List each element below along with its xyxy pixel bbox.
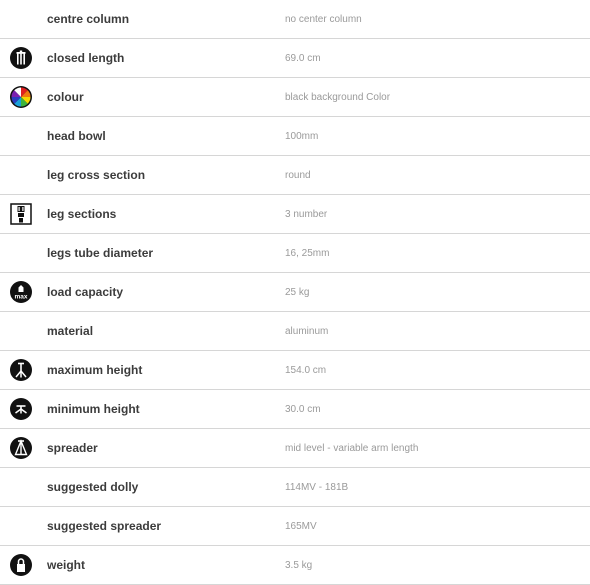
spec-value: 100mm [285,131,319,142]
spec-row-leg-cross-section: leg cross section round [0,156,590,195]
spec-value: 16, 25mm [285,248,330,259]
spec-row-weight: weight 3.5 kg [0,546,590,585]
spec-row-suggested-spreader: suggested spreader 165MV [0,507,590,546]
spec-label: material [47,324,94,338]
spec-label: spreader [47,441,98,455]
spec-row-minimum-height: minimum height 30.0 cm [0,390,590,429]
spec-value: no center column [285,14,362,25]
spec-value: 69.0 cm [285,53,321,64]
spec-value: round [285,170,311,181]
spec-row-suggested-dolly: suggested dolly 114MV - 181B [0,468,590,507]
colour-wheel-icon [10,86,32,108]
spec-label: maximum height [47,363,143,377]
maximum-height-icon [10,359,32,381]
spec-row-material: material aluminum [0,312,590,351]
spec-value: mid level - variable arm length [285,443,419,454]
spec-row-maximum-height: maximum height 154.0 cm [0,351,590,390]
spreader-icon [10,437,32,459]
spec-row-legs-tube-diameter: legs tube diameter 16, 25mm [0,234,590,273]
spec-row-spreader: spreader mid level - variable arm length [0,429,590,468]
spec-label: load capacity [47,285,124,299]
spec-label: legs tube diameter [47,246,154,260]
spec-label: closed length [47,51,125,65]
spec-value: 25 kg [285,287,310,298]
spec-value: 154.0 cm [285,365,327,376]
minimum-height-icon [10,398,32,420]
spec-value: 165MV [285,521,317,532]
spec-value: 3 number [285,209,328,220]
spec-label: weight [47,558,85,572]
spec-value: aluminum [285,326,329,337]
spec-row-leg-sections: leg sections 3 number [0,195,590,234]
spec-row-head-bowl: head bowl 100mm [0,117,590,156]
spec-label: leg cross section [47,168,146,182]
spec-value: 3.5 kg [285,560,313,571]
spec-value: black background Color [285,92,391,103]
spec-value: 114MV - 181B [285,482,349,493]
load-capacity-icon: max [10,281,32,303]
spec-label: minimum height [47,402,140,416]
spec-label: leg sections [47,207,117,221]
spec-label: suggested dolly [47,480,139,494]
spec-row-closed-length: closed length 69.0 cm [0,39,590,78]
spec-row-colour: colour black background Color [0,78,590,117]
closed-length-icon [10,47,32,69]
spec-row-centre-column: centre column no center column [0,0,590,39]
specifications-table: centre column no center column closed le… [0,0,590,585]
spec-label: centre column [47,12,130,26]
spec-value: 30.0 cm [285,404,321,415]
spec-label: head bowl [47,129,106,143]
weight-icon [10,554,32,576]
leg-sections-icon [10,203,32,225]
spec-label: suggested spreader [47,519,162,533]
spec-label: colour [47,90,84,104]
load-capacity-icon-text: max [14,294,27,301]
spec-row-load-capacity: max load capacity 25 kg [0,273,590,312]
